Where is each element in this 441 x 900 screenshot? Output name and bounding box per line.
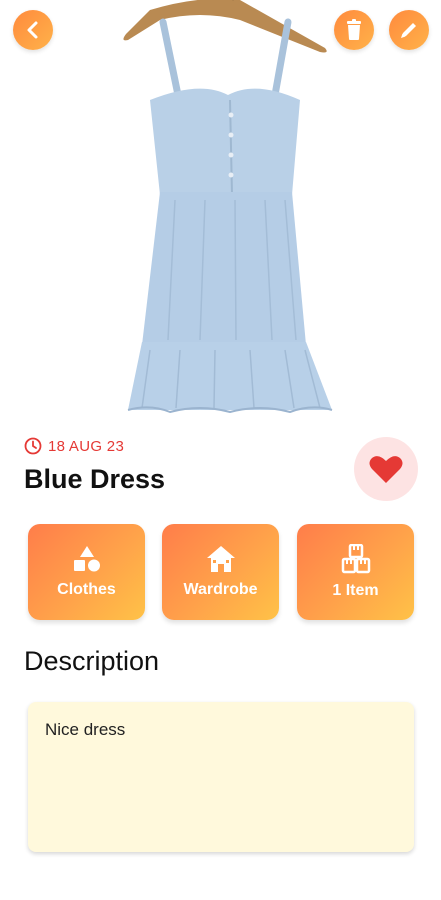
shapes-icon (73, 546, 100, 572)
item-photo (0, 0, 441, 420)
pencil-icon (401, 23, 416, 38)
quantity-tile[interactable]: 1 Item (297, 524, 414, 620)
clock-icon (24, 437, 42, 455)
description-box: Nice dress (28, 702, 414, 852)
description-text: Nice dress (45, 720, 126, 739)
info-tiles: Clothes Wardrobe 1 Item (28, 524, 414, 620)
delete-button[interactable] (334, 10, 374, 50)
house-icon (206, 546, 235, 572)
item-date: 18 AUG 23 (48, 437, 125, 455)
back-button[interactable] (13, 10, 53, 50)
category-tile[interactable]: Clothes (28, 524, 145, 620)
location-tile[interactable]: Wardrobe (162, 524, 279, 620)
boxes-icon (341, 544, 370, 574)
trash-icon (347, 19, 361, 40)
date-row: 18 AUG 23 (24, 437, 124, 455)
category-label: Clothes (57, 581, 116, 598)
chevron-left-icon (27, 21, 38, 39)
edit-button[interactable] (389, 10, 429, 50)
favorite-button[interactable] (354, 437, 418, 501)
item-title: Blue Dress (24, 464, 166, 494)
description-heading: Description (24, 646, 160, 676)
dress-image (123, 0, 333, 414)
location-label: Wardrobe (183, 581, 258, 598)
quantity-label: 1 Item (332, 582, 379, 599)
heart-icon (369, 456, 403, 483)
